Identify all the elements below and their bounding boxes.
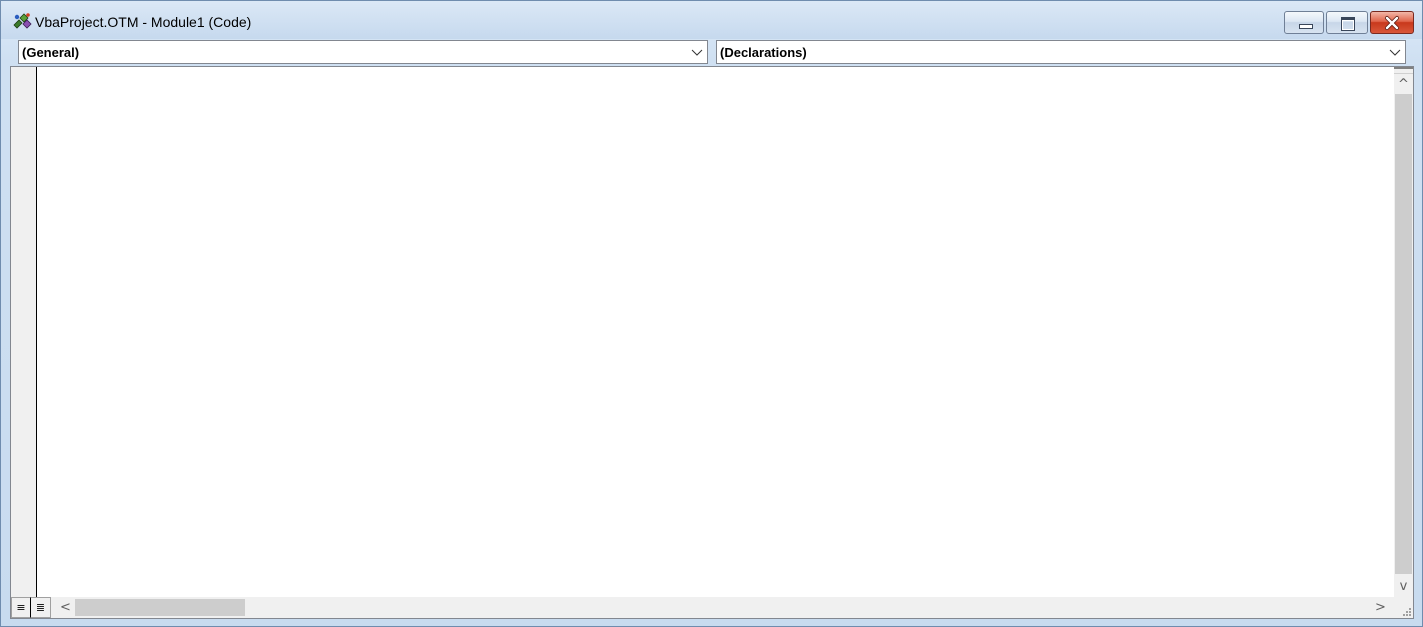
code-pane: ^ v ≡ ≣ < > <box>10 66 1414 619</box>
arrow-down-icon[interactable]: v <box>1395 578 1412 595</box>
horizontal-scroll-thumb[interactable] <box>75 599 245 616</box>
size-grip[interactable] <box>1394 597 1413 618</box>
object-combo-value: (General) <box>22 45 80 60</box>
maximize-button[interactable] <box>1326 11 1368 34</box>
full-module-view-icon: ≣ <box>35 601 46 614</box>
chevron-down-icon[interactable] <box>691 47 703 57</box>
arrow-right-icon[interactable]: > <box>1372 599 1389 616</box>
bottom-bar: ≡ ≣ < > <box>11 597 1413 618</box>
arrow-left-icon[interactable]: < <box>57 599 74 616</box>
window-title: VbaProject.OTM - Module1 (Code) <box>35 14 252 30</box>
procedure-combo[interactable]: (Declarations) <box>716 40 1406 64</box>
procedure-view-button[interactable]: ≡ <box>11 597 31 618</box>
full-module-view-button[interactable]: ≣ <box>31 597 51 618</box>
chevron-down-icon[interactable] <box>1389 47 1401 57</box>
minimize-button[interactable] <box>1284 11 1324 34</box>
procedure-combo-value: (Declarations) <box>720 45 807 60</box>
code-window: VbaProject.OTM - Module1 (Code) (General… <box>0 0 1423 627</box>
close-button[interactable] <box>1370 11 1414 34</box>
vertical-scrollbar[interactable]: ^ v <box>1394 67 1413 597</box>
title-bar[interactable]: VbaProject.OTM - Module1 (Code) <box>1 1 1422 39</box>
horizontal-scrollbar[interactable]: < > <box>53 597 1394 618</box>
margin-indicator-bar[interactable] <box>11 67 37 597</box>
vba-project-icon[interactable] <box>11 11 33 33</box>
code-editor[interactable] <box>38 67 1393 597</box>
object-combo[interactable]: (General) <box>18 40 708 64</box>
split-bar[interactable] <box>1394 67 1413 74</box>
close-icon <box>1385 16 1399 30</box>
procedure-view-icon: ≡ <box>16 601 26 614</box>
arrow-up-icon[interactable]: ^ <box>1395 76 1412 93</box>
vertical-scroll-thumb[interactable] <box>1395 94 1412 574</box>
size-grip-icon <box>1403 608 1411 616</box>
